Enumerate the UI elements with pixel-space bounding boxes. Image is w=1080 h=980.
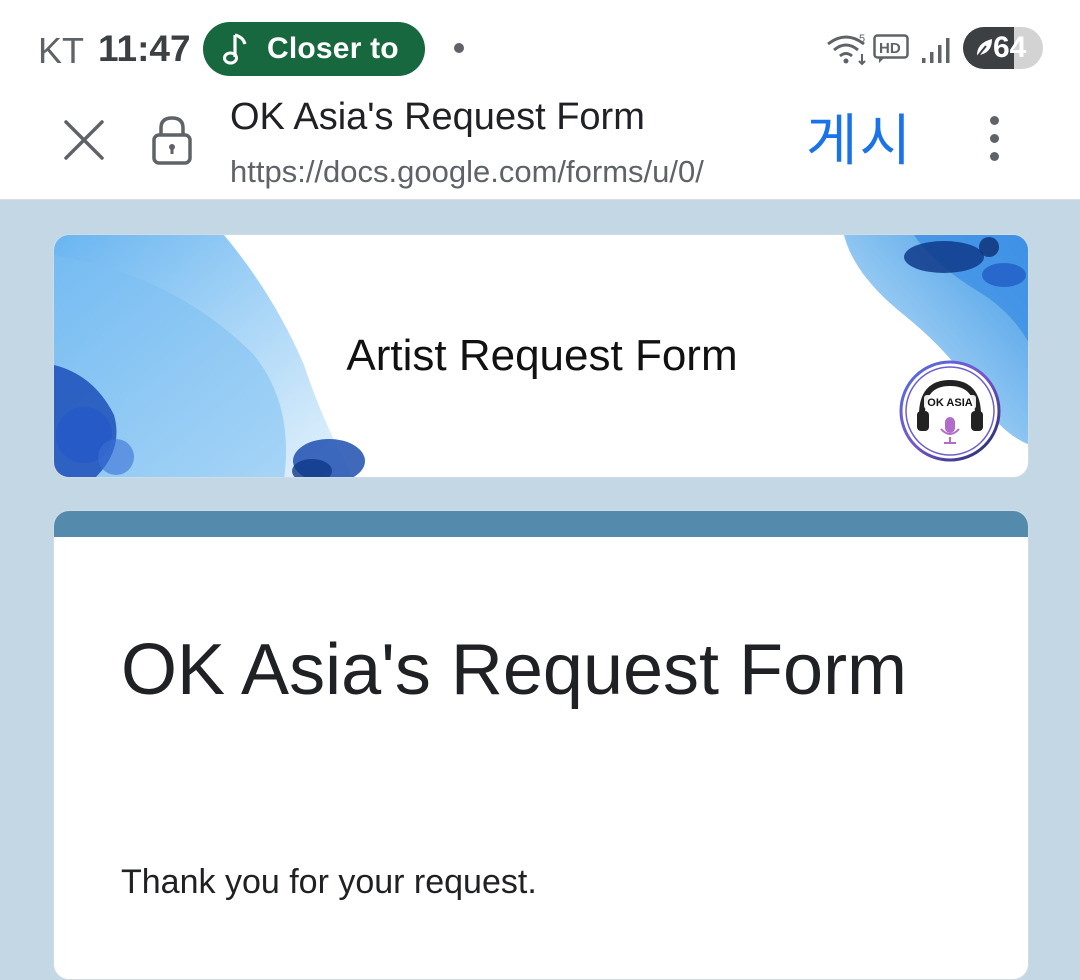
wifi-icon: 5 — [827, 33, 866, 66]
music-note-icon — [223, 33, 247, 65]
publish-button[interactable]: 게시 — [806, 96, 913, 177]
svg-text:HD: HD — [879, 40, 901, 57]
notification-dot-icon — [454, 43, 464, 53]
logo-text: OK ASIA — [927, 397, 972, 409]
battery-icon: 64 — [963, 27, 1043, 69]
battery-saver-leaf-icon — [976, 39, 992, 58]
battery-percent: 64 — [993, 31, 1027, 64]
ok-asia-logo: OK ASIA — [899, 360, 1001, 462]
confirmation-message: Thank you for your request. — [121, 863, 537, 901]
status-bar: KT 11:47 Closer to 5 HD 64 — [0, 0, 1080, 96]
close-icon[interactable] — [58, 114, 110, 166]
form-header-banner: Artist Request Form OK ASIA — [53, 234, 1029, 478]
signal-icon — [922, 38, 950, 63]
now-playing-chip[interactable]: Closer to — [203, 22, 425, 76]
lock-icon[interactable] — [150, 114, 194, 166]
form-confirmation-card: OK Asia's Request Form Thank you for you… — [53, 510, 1029, 980]
page-url[interactable]: https://docs.google.com/forms/u/0/ — [230, 154, 776, 190]
form-title: OK Asia's Request Form — [121, 630, 908, 710]
custom-tab-toolbar: OK Asia's Request Form https://docs.goog… — [0, 96, 1080, 200]
svg-text:5: 5 — [859, 33, 865, 45]
now-playing-title: Closer to — [267, 32, 399, 65]
card-accent-bar — [54, 511, 1028, 537]
more-vert-icon[interactable] — [980, 114, 1010, 164]
status-clock: 11:47 — [98, 28, 191, 69]
banner-title: Artist Request Form — [346, 331, 738, 380]
page-title: OK Asia's Request Form — [230, 96, 645, 138]
carrier-label: KT — [38, 30, 85, 71]
hd-voice-icon: HD — [873, 34, 909, 63]
